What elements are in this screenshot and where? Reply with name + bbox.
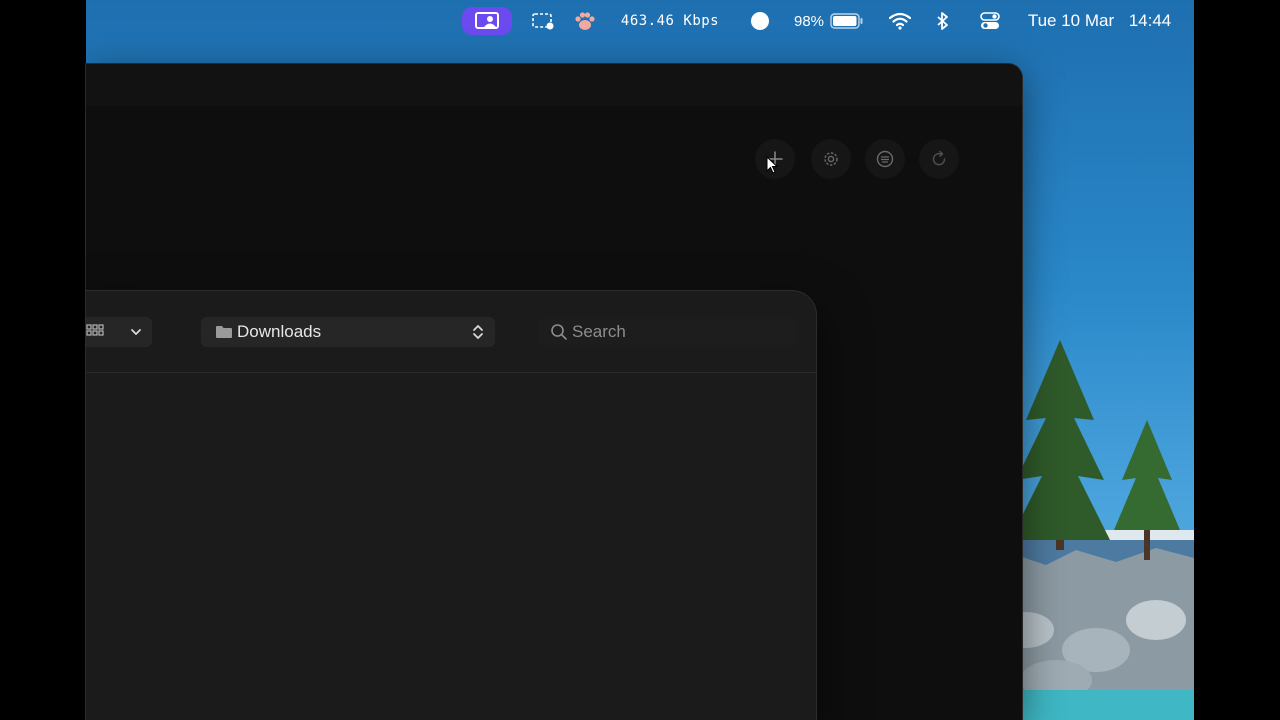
refresh-button[interactable] — [919, 139, 959, 179]
network-speed[interactable]: 463.46 Kbps — [614, 0, 726, 42]
screen-sharing-icon — [475, 12, 499, 29]
gear-icon — [824, 152, 838, 166]
letterbox-right — [1194, 0, 1280, 720]
mouse-cursor-icon — [766, 156, 778, 174]
refresh-icon — [932, 150, 946, 166]
control-center-menu-item[interactable] — [975, 0, 1005, 42]
settings-button[interactable] — [811, 139, 851, 179]
paw-icon — [575, 12, 595, 30]
location-select[interactable]: Downloads — [201, 317, 495, 347]
search-field[interactable] — [538, 317, 796, 347]
location-label: Downloads — [237, 322, 322, 341]
file-dialog: Downloads — [86, 291, 816, 720]
search-icon — [551, 324, 567, 340]
file-list-area[interactable] — [86, 374, 816, 720]
screen-record-menu-item[interactable] — [528, 0, 558, 42]
control-center-icon — [980, 12, 1000, 29]
search-input[interactable] — [572, 322, 772, 342]
paw-menu-item[interactable] — [570, 0, 600, 42]
grid-view-icon — [86, 324, 104, 336]
list-circle-icon — [876, 150, 894, 168]
menubar-date[interactable]: Tue 10 Mar — [1026, 0, 1116, 42]
updown-chevron-icon — [473, 325, 483, 339]
letterbox-left — [0, 0, 86, 720]
battery-percent[interactable]: 98% — [788, 0, 830, 42]
screen-sharing-menu-item[interactable] — [462, 7, 512, 35]
status-circle-menu-item[interactable] — [746, 0, 774, 42]
circle-status-icon — [751, 12, 769, 30]
wifi-icon — [889, 12, 911, 30]
battery-menu-item[interactable] — [828, 0, 866, 42]
screen-record-icon — [532, 13, 554, 30]
list-button[interactable] — [865, 139, 905, 179]
folder-icon — [216, 326, 232, 338]
wifi-menu-item[interactable] — [885, 0, 915, 42]
main-window-titlebar — [86, 64, 1022, 106]
bluetooth-icon — [937, 12, 948, 30]
battery-icon — [830, 13, 863, 29]
menubar-time[interactable]: 14:44 — [1122, 0, 1178, 42]
chevron-down-icon — [131, 329, 141, 335]
dialog-toolbar: Downloads — [86, 291, 816, 373]
view-mode-button[interactable] — [86, 317, 152, 347]
bluetooth-menu-item[interactable] — [930, 0, 956, 42]
